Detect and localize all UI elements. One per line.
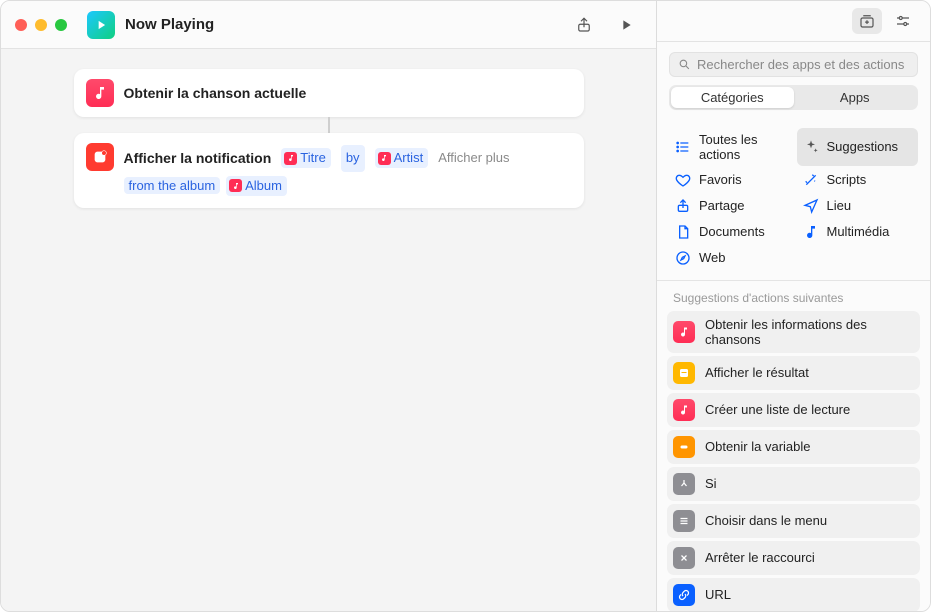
suggestion-label: Arrêter le raccourci	[705, 550, 815, 565]
action-card-get-current-song[interactable]: Obtenir la chanson actuelle	[74, 69, 584, 117]
suggestion-label: Afficher le résultat	[705, 365, 809, 380]
music-note-icon	[673, 399, 695, 421]
sparkle-icon	[803, 139, 819, 155]
action-card-label: Afficher la notification	[124, 145, 272, 172]
suggestion-choose-menu[interactable]: Choisir dans le menu	[667, 504, 920, 538]
share-icon[interactable]	[568, 11, 600, 39]
suggestion-url[interactable]: URL	[667, 578, 920, 611]
variable-icon	[673, 436, 695, 458]
share-icon	[675, 198, 691, 214]
suggestion-label: Créer une liste de lecture	[705, 402, 850, 417]
music-note-icon	[378, 152, 391, 165]
category-share[interactable]: Partage	[669, 194, 791, 218]
link-icon	[673, 584, 695, 606]
library-icon[interactable]	[852, 8, 882, 34]
safari-icon	[675, 250, 691, 266]
suggestion-label: URL	[705, 587, 731, 602]
music-note-icon	[284, 152, 297, 165]
suggestion-label: Si	[705, 476, 717, 491]
action-card-show-notification[interactable]: Afficher la notification Titre by Artist…	[74, 133, 584, 208]
notification-icon	[86, 143, 114, 171]
token-word-by: by	[341, 145, 365, 172]
category-label: Toutes les actions	[699, 132, 785, 162]
category-location[interactable]: Lieu	[797, 194, 919, 218]
menu-icon	[673, 510, 695, 532]
suggestion-label: Obtenir les informations des chansons	[705, 317, 914, 347]
tab-categories[interactable]: Catégories	[671, 87, 794, 108]
category-label: Scripts	[827, 172, 867, 187]
token-album[interactable]: Album	[226, 176, 287, 196]
shortcut-app-icon	[87, 11, 115, 39]
zoom-window-icon[interactable]	[55, 19, 67, 31]
token-title[interactable]: Titre	[281, 148, 331, 168]
workflow-canvas: Obtenir la chanson actuelle Afficher la …	[1, 49, 656, 611]
segmented-control[interactable]: Catégories Apps	[669, 85, 918, 110]
suggestion-label: Choisir dans le menu	[705, 513, 827, 528]
suggestion-get-variable[interactable]: Obtenir la variable	[667, 430, 920, 464]
tab-apps[interactable]: Apps	[794, 87, 917, 108]
page-title: Now Playing	[125, 16, 214, 33]
minimize-window-icon[interactable]	[35, 19, 47, 31]
stop-icon	[673, 547, 695, 569]
suggestions-list: Obtenir les informations des chansons Af…	[657, 311, 930, 611]
category-suggestions[interactable]: Suggestions	[797, 128, 919, 166]
token-artist[interactable]: Artist	[375, 148, 429, 168]
suggestion-show-result[interactable]: Afficher le résultat	[667, 356, 920, 390]
category-label: Web	[699, 250, 726, 265]
suggestion-get-song-info[interactable]: Obtenir les informations des chansons	[667, 311, 920, 353]
category-label: Suggestions	[827, 139, 899, 154]
suggestion-if[interactable]: Si	[667, 467, 920, 501]
titlebar: Now Playing	[1, 1, 656, 49]
search-placeholder: Rechercher des apps et des actions	[697, 57, 904, 72]
suggestion-label: Obtenir la variable	[705, 439, 811, 454]
search-icon	[678, 58, 691, 71]
category-documents[interactable]: Documents	[669, 220, 791, 244]
category-media[interactable]: Multimédia	[797, 220, 919, 244]
search-input[interactable]: Rechercher des apps et des actions	[669, 52, 918, 77]
token-word-from: from the album	[124, 177, 221, 194]
settings-sliders-icon[interactable]	[888, 8, 918, 34]
category-label: Multimédia	[827, 224, 890, 239]
list-icon	[675, 139, 691, 155]
suggestion-stop-shortcut[interactable]: Arrêter le raccourci	[667, 541, 920, 575]
heart-icon	[675, 172, 691, 188]
suggestion-create-playlist[interactable]: Créer une liste de lecture	[667, 393, 920, 427]
music-note-icon	[803, 224, 819, 240]
category-favorites[interactable]: Favoris	[669, 168, 791, 192]
music-note-icon	[229, 179, 242, 192]
action-card-label: Obtenir la chanson actuelle	[124, 85, 307, 101]
category-label: Lieu	[827, 198, 852, 213]
section-header: Suggestions d'actions suivantes	[657, 281, 930, 311]
document-icon	[675, 224, 691, 240]
music-note-icon	[86, 79, 114, 107]
category-all-actions[interactable]: Toutes les actions	[669, 128, 791, 166]
run-icon[interactable]	[610, 11, 642, 39]
category-label: Documents	[699, 224, 765, 239]
branch-icon	[673, 473, 695, 495]
location-icon	[803, 198, 819, 214]
window-controls	[15, 19, 67, 31]
close-window-icon[interactable]	[15, 19, 27, 31]
category-label: Favoris	[699, 172, 742, 187]
show-more-button[interactable]: Afficher plus	[438, 146, 509, 171]
category-scripts[interactable]: Scripts	[797, 168, 919, 192]
music-note-icon	[673, 321, 695, 343]
wand-icon	[803, 172, 819, 188]
category-web[interactable]: Web	[669, 246, 791, 270]
category-label: Partage	[699, 198, 745, 213]
result-icon	[673, 362, 695, 384]
